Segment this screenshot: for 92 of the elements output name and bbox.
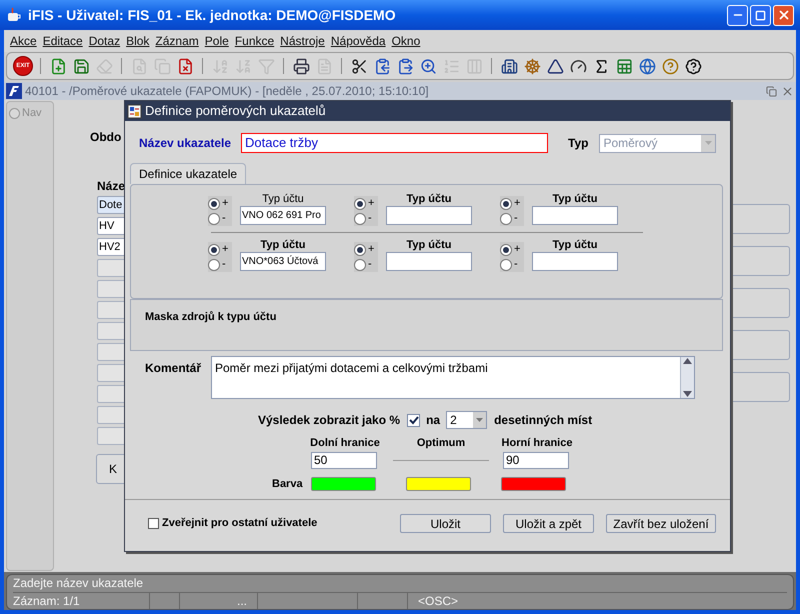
form-field[interactable]: [730, 204, 790, 234]
input-field[interactable]: [386, 206, 472, 225]
radio-option[interactable]: -: [208, 211, 232, 226]
radio-option[interactable]: -: [354, 211, 378, 226]
dialog-button[interactable]: Zavřít bez uložení: [606, 514, 716, 532]
section-label: Maska zdrojů k typu účtu: [145, 311, 276, 323]
field-label: Typ: [568, 135, 588, 152]
menu-item[interactable]: Blok: [123, 32, 152, 50]
close-button[interactable]: [773, 4, 794, 26]
logo-icon: [6, 83, 22, 99]
input-field[interactable]: [386, 252, 472, 271]
column-label: Optimum: [416, 436, 466, 449]
field-label: Typ účtu: [262, 193, 304, 206]
status-cell: ...: [179, 593, 257, 609]
field-label: Typ účtu: [552, 193, 598, 206]
radio-option[interactable]: +: [354, 242, 378, 257]
menu-item[interactable]: Záznam: [152, 32, 202, 50]
menu-item[interactable]: Okno: [388, 32, 424, 50]
field-label: Typ účtu: [406, 239, 452, 252]
field-label: Barva: [272, 477, 304, 492]
dialog-button[interactable]: Uložit a zpět: [503, 514, 594, 532]
dialog-button[interactable]: Uložit: [400, 514, 491, 532]
column-label: Horní hranice: [502, 436, 572, 449]
color-swatch[interactable]: [311, 477, 376, 492]
field-label: Typ účtu: [552, 239, 598, 252]
form-field[interactable]: [730, 288, 790, 318]
field-label: Typ účtu: [260, 239, 306, 252]
radio-option[interactable]: +: [354, 196, 378, 211]
color-swatch[interactable]: [406, 477, 471, 492]
field-label: na: [426, 412, 440, 429]
name-input[interactable]: Dotace tržby: [241, 133, 548, 153]
globe-icon[interactable]: [637, 56, 657, 76]
mode-indicator: <OSC>: [407, 593, 458, 609]
input-field[interactable]: [532, 206, 618, 225]
field-label: Komentář: [145, 360, 202, 377]
field-label: Název ukazatele: [139, 135, 232, 152]
radio-option[interactable]: +: [500, 242, 524, 257]
scrollbar[interactable]: [680, 357, 694, 398]
form-field[interactable]: [730, 246, 790, 276]
printer-icon[interactable]: [291, 56, 311, 76]
field-label: Obdo: [90, 129, 122, 146]
field-label: desetinných míst: [494, 412, 592, 429]
caret-icon: [476, 418, 484, 422]
radio-option[interactable]: -: [354, 257, 378, 272]
menu-item[interactable]: Dotaz: [86, 32, 124, 50]
caret-icon: [704, 141, 712, 145]
dialog-title: Definice poměrových ukazatelů: [145, 102, 326, 120]
maximize-icon: [755, 10, 766, 20]
column-label: Dolní hranice: [310, 436, 380, 449]
input-field[interactable]: VNO*063 Účtová: [240, 252, 326, 271]
window-title: iFIS - Uživatel: FIS_01 - Ek. jednotka: DEMO@FISDEMO: [28, 6, 396, 25]
record-counter: Záznam: 1/1: [13, 593, 81, 609]
comment-field[interactable]: Poměr mezi přijatými dotacemi a celkovými tržbami: [211, 356, 695, 399]
column-header: Náze: [97, 178, 126, 195]
menu-item[interactable]: Nápověda: [328, 32, 389, 50]
input-field[interactable]: [532, 252, 618, 271]
dialog-icon: [127, 104, 142, 118]
close-icon[interactable]: [781, 84, 794, 98]
form-field[interactable]: [730, 372, 790, 402]
input-field[interactable]: VNO 062 691 Pro: [240, 206, 326, 225]
menu-item[interactable]: Editace: [40, 32, 86, 50]
radio-option[interactable]: +: [500, 196, 524, 211]
menu-item[interactable]: Funkce: [232, 32, 278, 50]
cup-icon: [6, 7, 22, 23]
menu-item[interactable]: Akce: [7, 32, 40, 50]
field-label: Výsledek zobrazit jako %: [258, 412, 400, 429]
decimals-select[interactable]: 2: [446, 411, 488, 429]
threshold-input[interactable]: 50: [311, 452, 377, 469]
maximize-button[interactable]: [750, 4, 771, 26]
restore-icon[interactable]: [766, 86, 777, 96]
publish-checkbox[interactable]: Zveřejnit pro ostatní uživatele: [148, 514, 398, 532]
status-message: Zadejte název ukazatele: [13, 575, 144, 592]
form-title: 40101 - /Poměrové ukazatele (FAPOMUK) - [neděle , 25.07.2010; 15:10:10]: [25, 83, 429, 100]
tab[interactable]: Definice ukazatele: [130, 163, 246, 184]
radio-option[interactable]: +: [208, 242, 232, 257]
scroll-down-icon[interactable]: [683, 391, 692, 397]
radio-option[interactable]: +: [208, 196, 232, 211]
radio-option[interactable]: -: [208, 257, 232, 272]
context-help-icon[interactable]: [683, 56, 703, 76]
scroll-up-icon[interactable]: [683, 358, 692, 364]
threshold-input[interactable]: 90: [503, 452, 569, 469]
close-icon: [776, 8, 790, 22]
radio-option[interactable]: -: [500, 211, 524, 226]
menu-item[interactable]: Pole: [202, 32, 232, 50]
wheel-icon[interactable]: [522, 56, 542, 76]
radio-option[interactable]: -: [500, 257, 524, 272]
color-swatch[interactable]: [501, 477, 566, 492]
minimize-button[interactable]: [727, 4, 748, 26]
menu-item[interactable]: Nástroje: [277, 32, 328, 50]
form-field[interactable]: [730, 330, 790, 360]
field-label: Typ účtu: [406, 193, 452, 206]
checkbox[interactable]: [407, 414, 420, 426]
